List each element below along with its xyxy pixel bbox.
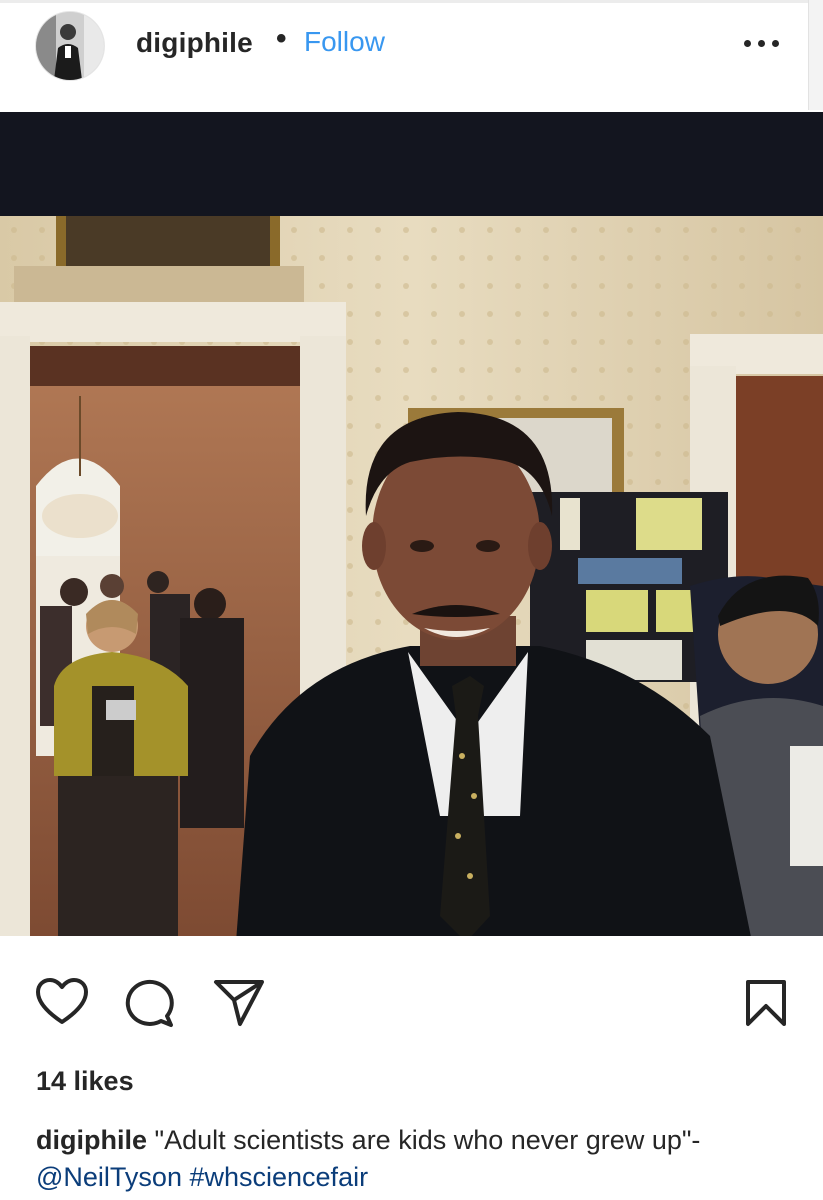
post-caption: digiphile "Adult scientists are kids who… [36,1122,796,1196]
like-button[interactable] [34,976,90,1028]
avatar-photo [36,12,104,80]
post-image[interactable] [0,112,823,936]
likes-count[interactable]: 14 likes [36,1066,134,1097]
mention-link[interactable]: @NeilTyson [36,1162,182,1192]
ellipsis-icon-dot [758,40,765,47]
ellipsis-icon [744,40,751,47]
caption-text: "Adult scientists are kids who never gre… [154,1125,701,1155]
ellipsis-icon-dot [772,40,779,47]
save-button[interactable] [744,978,788,1028]
hashtag-link[interactable]: #whsciencefair [189,1162,368,1192]
post-author-username[interactable]: digiphile [136,27,253,59]
share-button[interactable] [212,978,266,1028]
post-actions [0,936,823,1046]
comment-bubble-icon [125,979,174,1027]
post-header: digiphile • Follow [0,0,823,112]
follow-button[interactable]: Follow [304,26,385,58]
caption-username[interactable]: digiphile [36,1125,147,1155]
paper-plane-icon [214,980,264,1026]
comment-button[interactable] [123,978,177,1028]
avatar[interactable] [36,12,104,80]
more-options-button[interactable] [744,40,780,50]
heart-outline-icon [36,978,88,1024]
header-separator: • [276,22,287,55]
bookmark-outline-icon [746,980,786,1026]
post-photo [0,216,823,936]
